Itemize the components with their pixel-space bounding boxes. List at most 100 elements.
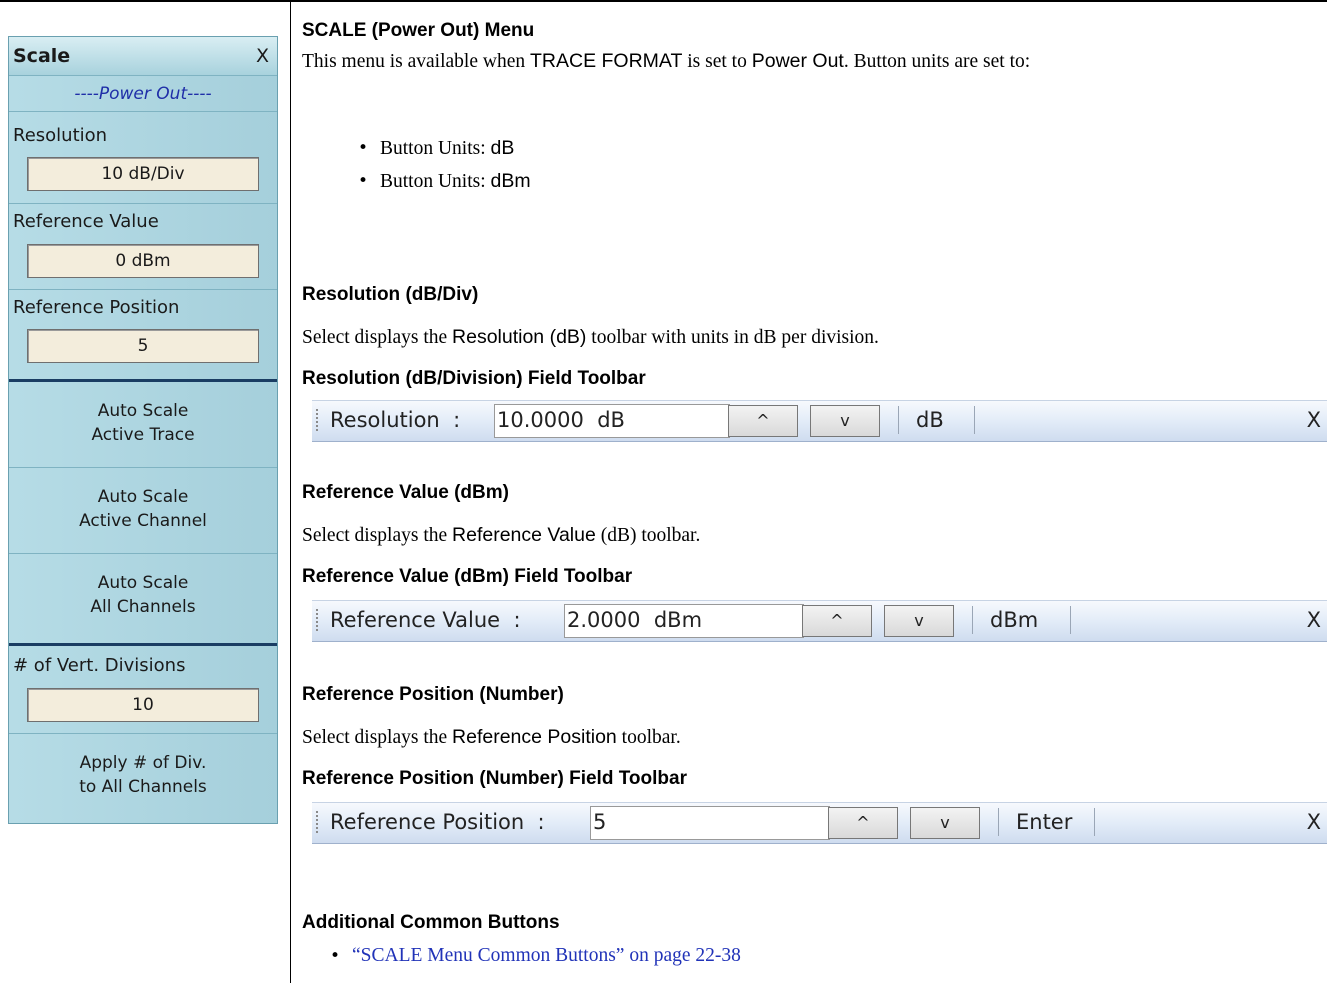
button-line: Auto Scale	[97, 487, 189, 507]
section-divider	[9, 643, 277, 646]
reference-value-label: Reference Value	[13, 211, 159, 232]
divider	[9, 553, 277, 554]
reference-position-field[interactable]: 5	[27, 329, 259, 363]
intro-text: This menu is available when	[302, 51, 530, 72]
reference-position-input[interactable]: 5	[590, 806, 830, 840]
resolution-toolbar-heading: Resolution (dB/Division) Field Toolbar	[302, 368, 646, 389]
intro-paragraph: This menu is available when TRACE FORMAT…	[302, 46, 1322, 77]
toolbar-name-term: Reference Value	[452, 524, 596, 546]
separator	[898, 406, 899, 434]
vert-divisions-field[interactable]: 10	[27, 688, 259, 722]
reference-position-toolbar-heading: Reference Position (Number) Field Toolba…	[302, 768, 687, 789]
menu-title-bar: Scale X	[9, 37, 277, 76]
button-line: Active Trace	[91, 425, 195, 445]
button-line: Apply # of Div.	[79, 753, 207, 773]
unit-value: dBm	[490, 170, 531, 192]
toolbar-label: Resolution :	[330, 408, 461, 432]
increment-button[interactable]: ^	[828, 807, 898, 839]
auto-scale-active-trace-button[interactable]: Auto Scale Active Trace	[9, 399, 277, 447]
grip-handle[interactable]	[316, 409, 318, 431]
description-text: (dB) toolbar.	[595, 525, 701, 546]
resolution-toolbar: Resolution : 10.0000 dB ^ v dB X	[312, 400, 1327, 442]
resolution-heading: Resolution (dB/Div)	[302, 284, 479, 305]
reference-value-input[interactable]: 2.0000 dBm	[564, 604, 804, 638]
separator	[972, 606, 973, 634]
unit-button[interactable]: dBm	[990, 608, 1038, 632]
additional-buttons-heading: Additional Common Buttons	[302, 912, 560, 933]
reference-value-toolbar-heading: Reference Value (dBm) Field Toolbar	[302, 566, 633, 587]
common-buttons-link[interactable]: “SCALE Menu Common Buttons” on page 22-3…	[352, 945, 741, 966]
separator	[1070, 606, 1071, 634]
section-divider	[9, 379, 277, 382]
list-item: “SCALE Menu Common Buttons” on page 22-3…	[274, 940, 741, 972]
button-line: Auto Scale	[97, 573, 189, 593]
column-divider	[290, 0, 291, 983]
reference-value-description: Select displays the Reference Value (dB)…	[302, 520, 700, 551]
toolbar-label: Reference Value :	[330, 608, 521, 632]
reference-position-heading: Reference Position (Number)	[302, 684, 564, 705]
divider	[9, 467, 277, 468]
list-item-text: Button Units:	[380, 138, 491, 159]
toolbar-label: Reference Position :	[330, 810, 545, 834]
reference-position-label: Reference Position	[13, 297, 180, 318]
top-rule	[0, 0, 1327, 2]
resolution-label: Resolution	[13, 125, 108, 146]
scale-menu-panel: Scale X ----Power Out---- Resolution 10 …	[8, 36, 278, 824]
close-icon[interactable]: X	[1307, 608, 1321, 632]
intro-text: . Button units are set to:	[843, 51, 1031, 72]
trace-format-term: TRACE FORMAT	[529, 50, 683, 72]
list-item-text: Button Units:	[380, 171, 491, 192]
increment-button[interactable]: ^	[728, 405, 798, 437]
toolbar-name-term: Reference Position	[452, 726, 617, 748]
grip-handle[interactable]	[316, 609, 318, 631]
description-text: Select displays the	[302, 525, 453, 546]
power-out-term: Power Out	[751, 50, 844, 72]
auto-scale-all-channels-button[interactable]: Auto Scale All Channels	[9, 571, 277, 619]
page-title: SCALE (Power Out) Menu	[302, 20, 535, 41]
separator	[998, 808, 999, 836]
resolution-value-input[interactable]: 10.0000 dB	[494, 404, 730, 438]
divider	[9, 203, 277, 204]
decrement-button[interactable]: v	[910, 807, 980, 839]
button-line: to All Channels	[79, 777, 207, 797]
additional-list: “SCALE Menu Common Buttons” on page 22-3…	[274, 940, 741, 972]
divider	[9, 733, 277, 734]
description-text: Select displays the	[302, 727, 453, 748]
auto-scale-active-channel-button[interactable]: Auto Scale Active Channel	[9, 485, 277, 533]
vert-divisions-label: # of Vert. Divisions	[13, 655, 186, 676]
button-line: All Channels	[90, 597, 196, 617]
divider	[9, 289, 277, 290]
separator	[1094, 808, 1095, 836]
decrement-button[interactable]: v	[810, 405, 880, 437]
close-icon[interactable]: X	[1307, 810, 1321, 834]
menu-subtitle: ----Power Out----	[9, 77, 277, 112]
reference-position-toolbar: Reference Position : 5 ^ v Enter X	[312, 802, 1327, 844]
description-text: toolbar with units in dB per division.	[586, 327, 879, 348]
button-line: Auto Scale	[97, 401, 189, 421]
menu-title: Scale	[13, 45, 71, 67]
enter-button[interactable]: Enter	[1016, 810, 1072, 834]
toolbar-name-term: Resolution (dB)	[452, 326, 587, 348]
reference-value-toolbar: Reference Value : 2.0000 dBm ^ v dBm X	[312, 600, 1327, 642]
list-item: Button Units: dB	[302, 132, 531, 165]
close-icon[interactable]: X	[256, 45, 269, 67]
resolution-field[interactable]: 10 dB/Div	[27, 157, 259, 191]
reference-value-heading: Reference Value (dBm)	[302, 482, 509, 503]
apply-divisions-button[interactable]: Apply # of Div. to All Channels	[9, 751, 277, 799]
units-list: Button Units: dB Button Units: dBm	[302, 132, 531, 198]
reference-position-description: Select displays the Reference Position t…	[302, 722, 681, 753]
description-text: Select displays the	[302, 327, 453, 348]
reference-value-field[interactable]: 0 dBm	[27, 244, 259, 278]
list-item: Button Units: dBm	[302, 165, 531, 198]
grip-handle[interactable]	[316, 811, 318, 833]
intro-text: is set to	[682, 51, 752, 72]
unit-button[interactable]: dB	[916, 408, 944, 432]
close-icon[interactable]: X	[1307, 408, 1321, 432]
decrement-button[interactable]: v	[884, 605, 954, 637]
description-text: toolbar.	[616, 727, 681, 748]
separator	[974, 406, 975, 434]
unit-value: dB	[490, 137, 515, 159]
resolution-description: Select displays the Resolution (dB) tool…	[302, 322, 879, 353]
increment-button[interactable]: ^	[802, 605, 872, 637]
button-line: Active Channel	[79, 511, 207, 531]
